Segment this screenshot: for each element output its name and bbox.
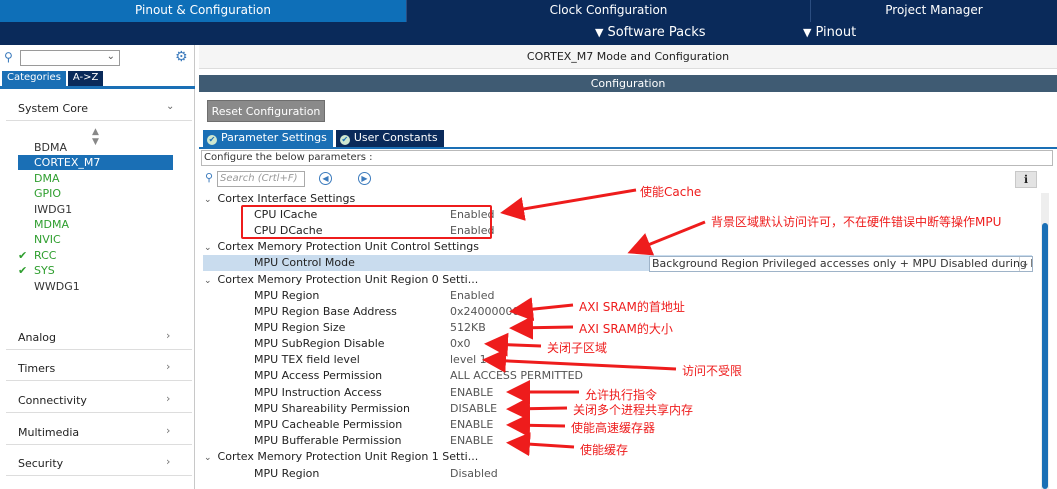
top-tab-bar: Pinout & Configuration Clock Configurati… <box>0 0 1057 22</box>
chevron-down-icon: ⌄ <box>204 453 212 463</box>
peripheral-bdma[interactable]: BDMA <box>18 140 173 155</box>
search-icon: ⚲ <box>205 171 214 184</box>
section-mpu-control[interactable]: ⌄ Cortex Memory Protection Unit Control S… <box>204 239 479 255</box>
previous-result-icon[interactable]: ◀ <box>319 172 332 185</box>
scrollbar-thumb[interactable] <box>1042 223 1048 489</box>
annotation-text: AXI SRAM的大小 <box>579 322 673 336</box>
chevron-down-icon: ⌄ <box>204 276 212 286</box>
chevron-right-icon: › <box>166 455 171 468</box>
section-mpu-region1[interactable]: ⌄ Cortex Memory Protection Unit Region 1 … <box>204 449 478 465</box>
tab-clock-configuration[interactable]: Clock Configuration <box>407 0 811 22</box>
peripheral-sys[interactable]: ✔ SYS <box>18 263 173 278</box>
mode-title: CORTEX_M7 Mode and Configuration <box>199 45 1057 69</box>
chevron-down-icon: ⌄ <box>204 243 212 253</box>
reset-configuration-button[interactable]: Reset Configuration <box>207 100 325 122</box>
check-circle-icon: ✔ <box>207 135 217 145</box>
search-icon: ⚲ <box>4 50 13 64</box>
annotation-text: 关闭子区域 <box>547 341 608 355</box>
gear-icon[interactable]: ⚙ <box>175 49 188 65</box>
check-icon: ✔ <box>18 249 28 262</box>
group-connectivity[interactable]: Connectivity › <box>6 387 192 413</box>
peripheral-wwdg1[interactable]: WWDG1 <box>18 279 173 294</box>
sub-menu-bar: ▼ Software Packs ▼ Pinout <box>0 22 1057 45</box>
configure-hint: Configure the below parameters : <box>201 150 1053 166</box>
peripheral-mdma[interactable]: MDMA <box>18 217 173 232</box>
tab-pinout-configuration[interactable]: Pinout & Configuration <box>0 0 407 22</box>
annotation-text: 访问不受限 <box>682 364 743 378</box>
chevron-right-icon: › <box>166 392 171 405</box>
chevron-right-icon: › <box>166 424 171 437</box>
param-row[interactable]: MPU Region Disabled <box>254 466 1034 482</box>
vertical-scrollbar[interactable] <box>1041 193 1049 489</box>
chevron-down-icon: ▼ <box>803 26 812 39</box>
chevron-down-icon: ⌄ <box>166 101 175 112</box>
chevron-down-icon: ⌄ <box>204 195 212 205</box>
section-mpu-region0[interactable]: ⌄ Cortex Memory Protection Unit Region 0 … <box>204 272 478 288</box>
annotation-text: AXI SRAM的首地址 <box>579 300 685 314</box>
tab-categories[interactable]: Categories <box>2 71 66 86</box>
group-system-core[interactable]: System Core ⌄ <box>6 97 192 121</box>
parameter-tabs: ✔ Parameter Settings ✔ User Constants <box>203 130 447 147</box>
chevron-right-icon: › <box>166 360 171 373</box>
tab-underline <box>199 147 1057 149</box>
chevron-down-icon: ⌄ <box>1019 257 1031 271</box>
group-multimedia[interactable]: Multimedia › <box>6 419 192 445</box>
group-timers[interactable]: Timers › <box>6 355 192 381</box>
group-security[interactable]: Security › <box>6 450 192 476</box>
param-row[interactable]: MPU TEX field level level 1 <box>254 352 1034 368</box>
peripheral-rcc[interactable]: ✔ RCC <box>18 248 173 263</box>
chevron-down-icon: ⌄ <box>106 51 115 62</box>
chevron-right-icon: › <box>166 329 171 342</box>
check-circle-icon: ✔ <box>339 135 350 145</box>
pinout-menu[interactable]: ▼ Pinout <box>803 25 856 40</box>
next-result-icon[interactable]: ▶ <box>358 172 371 185</box>
configuration-header: Configuration <box>199 75 1057 92</box>
peripheral-gpio[interactable]: GPIO <box>18 186 173 201</box>
annotation-text: 使能高速缓存器 <box>571 421 656 435</box>
category-view-tabs: Categories A->Z <box>2 71 105 86</box>
annotation-text: 使能Cache <box>640 185 702 199</box>
tab-user-constants[interactable]: ✔ User Constants <box>335 130 444 147</box>
parameter-search-input[interactable]: Search (Crtl+F) <box>217 171 305 187</box>
annotation-text: 关闭多个进程共享内存 <box>573 403 694 417</box>
peripheral-cortex-m7[interactable]: CORTEX_M7 <box>18 155 173 170</box>
software-packs-menu[interactable]: ▼ Software Packs <box>595 25 706 40</box>
tab-a-to-z[interactable]: A->Z <box>67 71 104 86</box>
categories-panel: ⚲ ⌄ ⚙ Categories A->Z System Core ⌄ ▲ ▼ B… <box>0 45 195 489</box>
category-search-row: ⚲ ⌄ ⚙ <box>2 49 192 67</box>
mpu-control-mode-select[interactable]: Background Region Privileged accesses on… <box>649 256 1033 272</box>
annotation-text: 背景区域默认访问许可，不在硬件错误中断等操作MPU <box>711 215 1002 229</box>
group-analog[interactable]: Analog › <box>6 324 192 350</box>
peripheral-iwdg1[interactable]: IWDG1 <box>18 202 173 217</box>
category-search-input[interactable]: ⌄ <box>20 50 120 66</box>
check-icon: ✔ <box>18 264 28 277</box>
chevron-down-icon: ▼ <box>595 26 604 39</box>
tab-underline <box>0 86 195 89</box>
tab-parameter-settings[interactable]: ✔ Parameter Settings <box>203 130 333 147</box>
param-row[interactable]: MPU SubRegion Disable 0x0 <box>254 336 1034 352</box>
tab-project-manager[interactable]: Project Manager <box>811 0 1057 22</box>
param-row[interactable]: MPU Access Permission ALL ACCESS PERMITTE… <box>254 368 1034 384</box>
parameter-search: ⚲ Search (Crtl+F) <box>205 171 305 187</box>
annotation-text: 使能缓存 <box>580 443 629 457</box>
peripheral-nvic[interactable]: NVIC <box>18 232 173 247</box>
annotation-highlight-box <box>241 205 492 239</box>
peripheral-dma[interactable]: DMA <box>18 171 173 186</box>
info-icon[interactable]: ℹ <box>1015 171 1037 188</box>
